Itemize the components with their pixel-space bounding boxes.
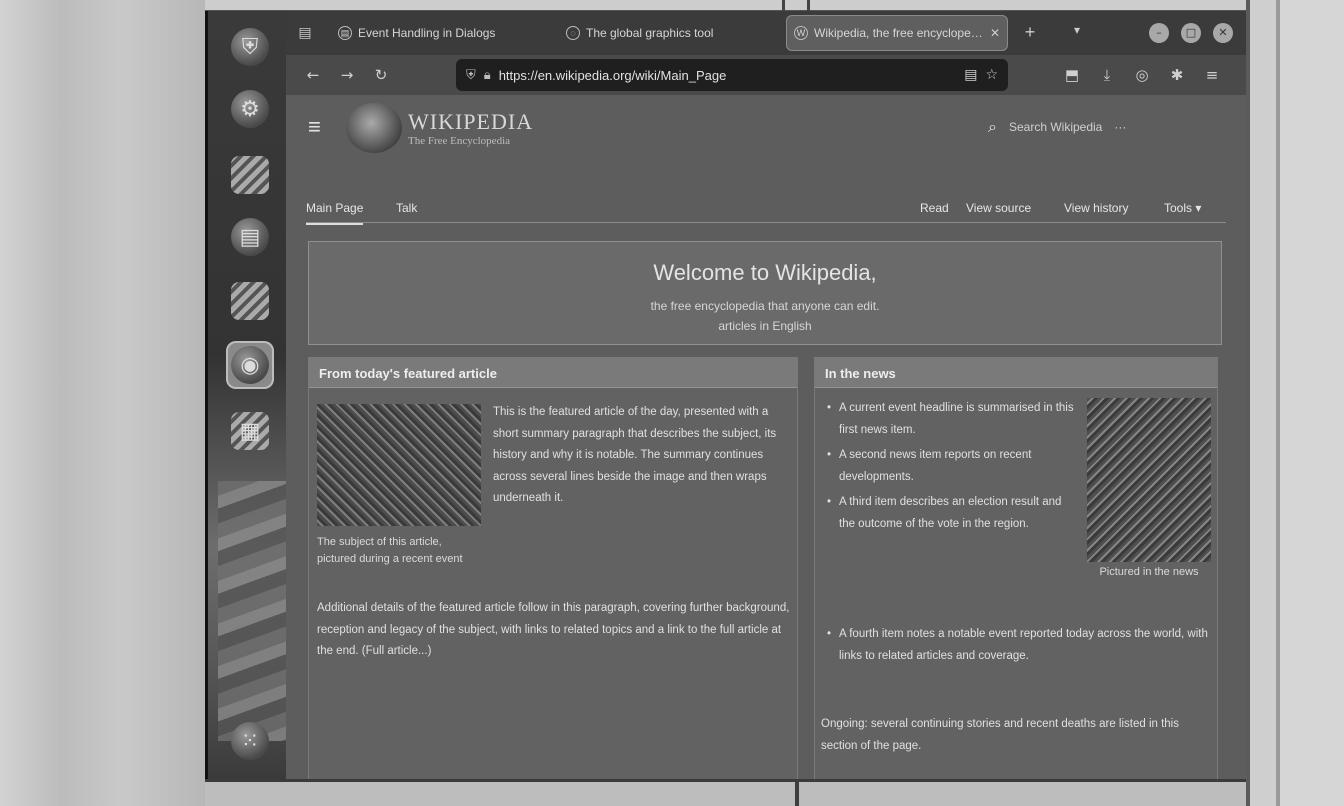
dock-app-settings[interactable]: ⚙ [226,85,274,133]
desktop-background-left [0,0,205,806]
tab-graphics-tool[interactable]: ◌ The global graphics tool [558,15,778,51]
forward-icon[interactable]: → [336,64,358,86]
news-ongoing: Ongoing: several continuing stories and … [821,718,1179,752]
reader-view-icon[interactable]: ▤ [964,67,977,83]
web-page: ≡ WIKIPEDIA The Free Encyclopedia ⌕ Sear… [286,95,1246,779]
dock-app-editor[interactable] [226,151,274,199]
wikipedia-wordmark[interactable]: WIKIPEDIA [408,109,533,135]
tab-view-history[interactable]: View history [1064,201,1128,215]
desktop-strip-top [205,0,1246,11]
grid-icon: ⁙ [231,722,269,760]
calendar-app-icon: ▦ [231,412,269,450]
news-list: A current event headline is summarised i… [827,398,1077,539]
editor-app-icon [231,156,269,194]
maximize-icon[interactable]: □ [1181,23,1201,43]
navigation-bar: ← → ↻ ⛨ 🔒︎ https://en.wikipedia.org/wiki… [286,55,1246,95]
welcome-line-1: the free encyclopedia that anyone can ed… [650,299,880,313]
page-tabs: Main Page Talk Read View source View his… [306,193,1226,225]
window-close-icon[interactable]: ✕ [1213,23,1233,43]
search-placeholder[interactable]: Search Wikipedia [1009,120,1102,134]
desktop-background-right [1246,0,1344,806]
browser: ▤ ▤ Event Handling in Dialogs ◌ The glob… [286,11,1246,779]
reload-icon[interactable]: ↻ [370,64,392,86]
featured-article-caption: The subject of this article, pictured du… [317,536,463,565]
account-icon[interactable]: ◎ [1131,64,1153,86]
news-list-continued: A fourth item notes a notable event repo… [827,624,1211,667]
dock: ⛨ ⚙ ▤ ◉ ▦ ⁙ [208,11,286,779]
tab-title: Wikipedia, the free encyclopedia [814,26,984,40]
dock-show-apps[interactable]: ⁙ [226,717,274,765]
address-bar[interactable]: ⛨ 🔒︎ https://en.wikipedia.org/wiki/Main_… [456,59,1008,91]
search-icon[interactable]: ⌕ [988,117,997,137]
desktop-strip-bottom [205,779,1246,806]
tab-main-page[interactable]: Main Page [306,201,364,225]
dock-app-calendar[interactable]: ▦ [226,407,274,455]
wikipedia-icon: W [794,26,808,40]
news-item: A third item describes an election resul… [827,492,1077,535]
dock-app-graphics[interactable] [226,277,274,325]
tab-title: The global graphics tool [586,26,714,40]
hamburger-menu-icon[interactable]: ≡ [308,116,332,138]
dock-app-browser[interactable]: ◉ [226,341,274,389]
dock-app-files[interactable]: ▤ [226,213,274,261]
new-tab-icon[interactable]: + [1019,22,1041,43]
in-the-news-box: In the news A current event headline is … [814,357,1218,779]
welcome-title: Welcome to Wikipedia, [653,260,877,285]
menu-icon[interactable]: ≡ [1201,64,1223,86]
news-item: A fourth item notes a notable event repo… [827,624,1211,667]
minimize-icon[interactable]: – [1149,23,1169,43]
featured-article-more: Additional details of the featured artic… [317,602,790,657]
dock-app-shield[interactable]: ⛨ [226,23,274,71]
news-item: A second news item reports on recent dev… [827,445,1077,488]
featured-article-box: From today's featured article The subjec… [308,357,798,779]
news-image-caption: Pictured in the news [1099,566,1199,578]
more-icon[interactable]: ··· [1114,120,1126,134]
files-app-icon: ▤ [231,218,269,256]
wikipedia-header: ≡ WIKIPEDIA The Free Encyclopedia ⌕ Sear… [286,95,1246,171]
tab-wikipedia[interactable]: W Wikipedia, the free encyclopedia ✕ [786,15,1008,51]
browser-app-icon: ◉ [231,346,269,384]
welcome-line-2: articles in English [718,319,812,333]
tab-read[interactable]: Read [920,201,949,215]
shield-app-icon: ⛨ [231,28,269,66]
shield-icon[interactable]: ⛨ [466,68,476,83]
extensions-icon[interactable]: ✱ [1166,64,1188,86]
lock-icon[interactable]: 🔒︎ [484,68,491,83]
document-icon: ▤ [338,26,352,40]
tab-tools[interactable]: Tools ▾ [1164,201,1201,215]
pocket-icon[interactable]: ⬒ [1061,64,1083,86]
back-icon[interactable]: ← [302,64,324,86]
wikipedia-search[interactable]: ⌕ Search Wikipedia ··· [988,117,1126,137]
gear-app-icon: ⚙ [231,90,269,128]
in-the-news-heading: In the news [815,358,1217,388]
application-window: ⛨ ⚙ ▤ ◉ ▦ ⁙ ▤ ▤ Event Handling in Dialog… [205,11,1246,779]
close-icon[interactable]: ✕ [990,26,1000,40]
globe-icon: ◌ [566,26,580,40]
wikipedia-globe-logo[interactable] [346,103,402,153]
graphics-app-icon [231,282,269,320]
tab-talk[interactable]: Talk [396,201,417,215]
url-text[interactable]: https://en.wikipedia.org/wiki/Main_Page [499,68,957,83]
bookmark-star-icon[interactable]: ☆ [985,67,998,83]
list-all-tabs-icon[interactable]: ▤ [294,21,316,43]
news-item: A current event headline is summarised i… [827,398,1077,441]
featured-article-image[interactable] [317,404,481,526]
welcome-banner: Welcome to Wikipedia, the free encyclope… [308,241,1222,345]
dock-wallpaper [218,481,286,741]
chevron-down-icon[interactable]: ▾ [1074,23,1080,37]
news-image[interactable] [1087,398,1211,562]
wikipedia-tagline: The Free Encyclopedia [408,135,511,147]
tab-event-handling[interactable]: ▤ Event Handling in Dialogs [330,15,550,51]
featured-article-summary: This is the featured article of the day,… [493,406,777,504]
tab-strip: ▤ ▤ Event Handling in Dialogs ◌ The glob… [286,11,1246,55]
tab-title: Event Handling in Dialogs [358,26,496,40]
downloads-icon[interactable]: ⤓ [1096,64,1118,86]
tab-view-source[interactable]: View source [966,201,1031,215]
featured-article-heading: From today's featured article [309,358,797,388]
